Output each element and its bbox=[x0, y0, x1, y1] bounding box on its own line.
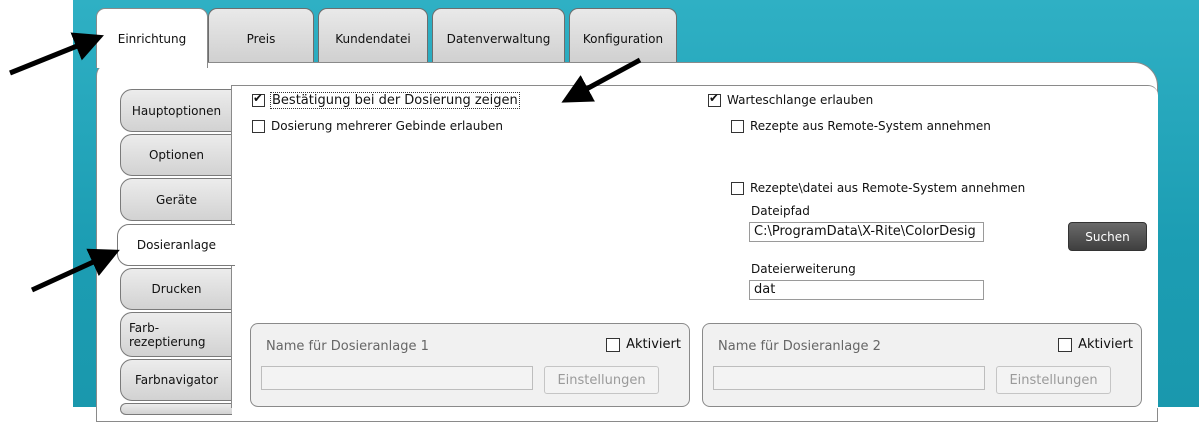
dosing-unit-2-group: Name für Dosieranlage 2 Aktiviert Einste… bbox=[702, 323, 1142, 407]
checkbox-dosing-unit-1-activated[interactable] bbox=[606, 337, 621, 352]
subtab-more[interactable] bbox=[120, 403, 232, 415]
file-extension-input[interactable]: dat bbox=[749, 280, 984, 300]
subtab-geraete[interactable]: Geräte bbox=[120, 178, 232, 221]
label-dateipfad: Dateipfad bbox=[751, 204, 810, 218]
dosing-unit-2-name-input[interactable] bbox=[713, 366, 985, 390]
file-path-input[interactable]: C:\ProgramData\X-Rite\ColorDesig bbox=[749, 222, 984, 242]
dosing-unit-1-name: Name für Dosieranlage 1 bbox=[266, 339, 429, 354]
checkbox-remote-file[interactable] bbox=[731, 181, 744, 195]
tab-einrichtung[interactable]: Einrichtung bbox=[96, 8, 208, 68]
label-remote-recipes: Rezepte aus Remote-System annehmen bbox=[750, 119, 991, 133]
subtab-farbrezeptierung[interactable]: Farb- rezeptierung bbox=[120, 312, 232, 357]
dosing-unit-1-settings-button[interactable]: Einstellungen bbox=[544, 366, 659, 394]
label-dateierweiterung: Dateierweiterung bbox=[751, 262, 856, 276]
label-queue: Warteschlange erlauben bbox=[727, 93, 874, 107]
label-confirm-dosing: Bestätigung bei der Dosierung zeigen bbox=[270, 92, 520, 109]
label-dosing-unit-1-activated: Aktiviert bbox=[626, 337, 681, 352]
label-remote-file: Rezepte\datei aus Remote-System annehmen bbox=[750, 181, 1026, 195]
dosing-unit-1-activated[interactable]: Aktiviert bbox=[606, 337, 681, 352]
dosing-unit-2-activated[interactable]: Aktiviert bbox=[1058, 337, 1133, 352]
dosing-unit-1-name-input[interactable] bbox=[261, 366, 533, 390]
checkbox-confirm-dosing[interactable] bbox=[252, 91, 265, 107]
checkbox-remote-recipes[interactable] bbox=[731, 119, 744, 133]
option-multi-container[interactable]: Dosierung mehrerer Gebinde erlauben bbox=[252, 119, 503, 133]
subtab-drucken[interactable]: Drucken bbox=[120, 268, 232, 310]
checkbox-dosing-unit-2-activated[interactable] bbox=[1058, 337, 1073, 352]
option-confirm-dosing[interactable]: Bestätigung bei der Dosierung zeigen bbox=[252, 91, 520, 109]
search-button[interactable]: Suchen bbox=[1068, 222, 1147, 251]
label-dosing-unit-2-activated: Aktiviert bbox=[1078, 337, 1133, 352]
option-remote-file[interactable]: Rezepte\datei aus Remote-System annehmen bbox=[731, 181, 1025, 195]
subtab-hauptoptionen[interactable]: Hauptoptionen bbox=[120, 89, 232, 132]
tab-konfiguration[interactable]: Konfiguration bbox=[569, 8, 677, 65]
option-remote-recipes[interactable]: Rezepte aus Remote-System annehmen bbox=[731, 119, 991, 133]
label-multi-container: Dosierung mehrerer Gebinde erlauben bbox=[271, 119, 503, 133]
subtab-dosieranlage[interactable]: Dosieranlage bbox=[117, 224, 235, 266]
tab-kundendatei[interactable]: Kundendatei bbox=[318, 8, 428, 65]
dosing-unit-1-group: Name für Dosieranlage 1 Aktiviert Einste… bbox=[250, 323, 690, 407]
tab-preis[interactable]: Preis bbox=[208, 8, 314, 65]
checkbox-queue[interactable] bbox=[708, 91, 721, 107]
subtab-optionen[interactable]: Optionen bbox=[120, 134, 232, 176]
dosing-unit-2-settings-button[interactable]: Einstellungen bbox=[996, 366, 1111, 394]
option-queue[interactable]: Warteschlange erlauben bbox=[708, 91, 874, 107]
checkbox-multi-container[interactable] bbox=[252, 119, 265, 133]
dosing-unit-2-name: Name für Dosieranlage 2 bbox=[718, 339, 881, 354]
subtab-farbnavigator[interactable]: Farbnavigator bbox=[120, 359, 232, 401]
tab-datenverwaltung[interactable]: Datenverwaltung bbox=[432, 8, 565, 65]
